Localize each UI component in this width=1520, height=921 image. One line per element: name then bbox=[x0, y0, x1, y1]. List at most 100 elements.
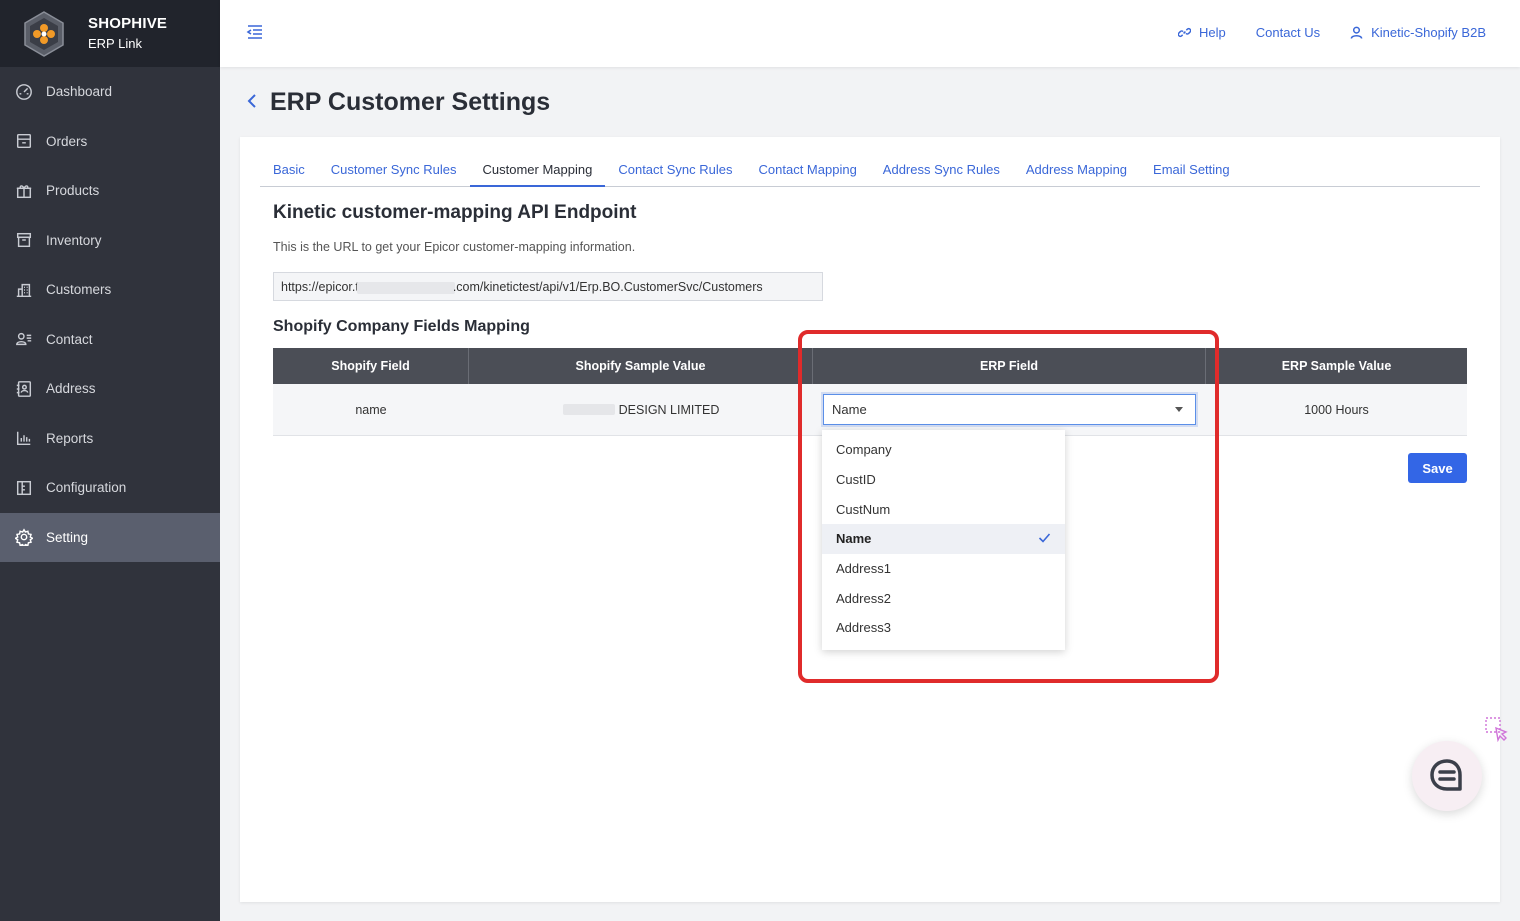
mapping-title: Shopify Company Fields Mapping bbox=[273, 318, 530, 335]
tab-contact-mapping[interactable]: Contact Mapping bbox=[746, 157, 870, 186]
user-icon bbox=[1350, 26, 1363, 39]
sidebar-item-contact[interactable]: Contact bbox=[0, 315, 220, 365]
sidebar-item-dashboard[interactable]: Dashboard bbox=[0, 67, 220, 117]
endpoint-title: Kinetic customer-mapping API Endpoint bbox=[273, 202, 637, 223]
check-icon bbox=[1038, 531, 1051, 547]
option-label: CustNum bbox=[836, 501, 891, 517]
save-button[interactable]: Save bbox=[1408, 453, 1467, 483]
tab-address-sync-rules[interactable]: Address Sync Rules bbox=[870, 157, 1013, 186]
erp-sample-cell: 1000 Hours bbox=[1304, 402, 1369, 417]
sidebar-nav: Dashboard Orders Products Inventory Cust… bbox=[0, 67, 220, 562]
contact-us-link[interactable]: Contact Us bbox=[1256, 25, 1320, 40]
sidebar-item-address[interactable]: Address bbox=[0, 364, 220, 414]
sidebar-item-label: Customers bbox=[46, 282, 112, 298]
endpoint-url-field[interactable]: https://epicor.t .com/kinetictest/api/v1/… bbox=[273, 272, 823, 301]
caret-down-icon bbox=[1175, 407, 1183, 412]
help-link[interactable]: Help bbox=[1178, 25, 1226, 40]
url-suffix: .com/kinetictest/api/v1/Erp.BO.CustomerS… bbox=[452, 280, 763, 294]
dropdown-option-address3[interactable]: Address3 bbox=[822, 613, 1065, 643]
option-label: Name bbox=[836, 531, 872, 547]
configuration-icon bbox=[14, 478, 34, 498]
cursor-select-icon bbox=[1484, 716, 1510, 743]
redacted-text bbox=[356, 281, 455, 294]
erp-field-select[interactable]: Name bbox=[823, 394, 1196, 425]
column-header-erp-sample: ERP Sample Value bbox=[1281, 359, 1392, 373]
table-row: name DESIGN LIMITED Name 1000 Hours bbox=[273, 384, 1467, 436]
inventory-icon bbox=[14, 230, 34, 250]
sidebar-item-products[interactable]: Products bbox=[0, 166, 220, 216]
erp-field-selected-value: Name bbox=[832, 402, 867, 417]
option-label: Address2 bbox=[836, 590, 891, 606]
sidebar-item-label: Configuration bbox=[46, 480, 127, 496]
option-label: Company bbox=[836, 442, 892, 458]
brand-title: SHOPHIVE bbox=[88, 14, 168, 32]
shopify-field-cell: name bbox=[355, 402, 387, 417]
option-label: CustID bbox=[836, 472, 876, 488]
sidebar-item-label: Address bbox=[46, 381, 96, 397]
setting-icon bbox=[14, 527, 34, 547]
sidebar-item-label: Orders bbox=[46, 133, 88, 149]
sidebar-item-label: Dashboard bbox=[46, 84, 113, 100]
sidebar-item-label: Setting bbox=[46, 529, 89, 545]
sidebar-item-reports[interactable]: Reports bbox=[0, 414, 220, 464]
brand-subtitle: ERP Link bbox=[88, 36, 142, 52]
shophive-logo-icon bbox=[20, 10, 68, 58]
sidebar-item-inventory[interactable]: Inventory bbox=[0, 216, 220, 266]
link-icon bbox=[1178, 27, 1192, 37]
customers-icon bbox=[14, 280, 34, 300]
page-title-row: ERP Customer Settings bbox=[246, 88, 550, 117]
column-header-erp-field: ERP Field bbox=[813, 348, 1206, 384]
shopify-sample-value: DESIGN LIMITED bbox=[618, 402, 720, 417]
tab-customer-sync-rules[interactable]: Customer Sync Rules bbox=[318, 157, 470, 186]
sidebar-item-setting[interactable]: Setting bbox=[0, 512, 220, 562]
sidebar-item-label: Reports bbox=[46, 430, 94, 446]
address-icon bbox=[14, 379, 34, 399]
tab-email-setting[interactable]: Email Setting bbox=[1140, 157, 1243, 186]
option-label: Address1 bbox=[836, 561, 891, 577]
column-header-shopify-sample: Shopify Sample Value bbox=[469, 348, 813, 384]
sidebar-item-label: Inventory bbox=[46, 232, 102, 248]
dashboard-icon bbox=[14, 82, 34, 102]
sidebar-item-orders[interactable]: Orders bbox=[0, 117, 220, 167]
orders-icon bbox=[14, 131, 34, 151]
endpoint-description: This is the URL to get your Epicor custo… bbox=[273, 240, 636, 254]
dropdown-option-address1[interactable]: Address1 bbox=[822, 554, 1065, 584]
help-label: Help bbox=[1199, 24, 1226, 40]
erp-field-cell: Name bbox=[813, 384, 1206, 435]
header-links: Help Contact Us Kinetic-Shopify B2B bbox=[1148, 0, 1486, 64]
back-arrow-icon[interactable] bbox=[246, 92, 262, 114]
account-menu[interactable]: Kinetic-Shopify B2B bbox=[1350, 25, 1486, 40]
top-header: Help Contact Us Kinetic-Shopify B2B bbox=[220, 0, 1520, 67]
redacted-text bbox=[562, 404, 615, 415]
tab-basic[interactable]: Basic bbox=[260, 157, 318, 186]
dropdown-option-custnum[interactable]: CustNum bbox=[822, 494, 1065, 524]
contact-icon bbox=[14, 329, 34, 349]
dropdown-option-address2[interactable]: Address2 bbox=[822, 583, 1065, 613]
collapse-menu-icon[interactable] bbox=[246, 23, 264, 41]
reports-icon bbox=[14, 428, 34, 448]
option-label: Address3 bbox=[836, 620, 891, 636]
products-icon bbox=[14, 181, 34, 201]
account-label: Kinetic-Shopify B2B bbox=[1371, 24, 1486, 40]
tab-customer-mapping[interactable]: Customer Mapping bbox=[469, 157, 606, 187]
dropdown-option-custid[interactable]: CustID bbox=[822, 465, 1065, 495]
mapping-table: Shopify Field Shopify Sample Value ERP F… bbox=[273, 348, 1467, 436]
shopify-sample-cell: DESIGN LIMITED bbox=[469, 384, 813, 435]
tab-address-mapping[interactable]: Address Mapping bbox=[1013, 157, 1140, 186]
sidebar-item-configuration[interactable]: Configuration bbox=[0, 463, 220, 513]
chat-widget-button[interactable] bbox=[1412, 741, 1482, 811]
brand[interactable]: SHOPHIVE ERP Link bbox=[0, 0, 220, 67]
tab-contact-sync-rules[interactable]: Contact Sync Rules bbox=[605, 157, 745, 186]
dropdown-option-name[interactable]: Name bbox=[822, 524, 1065, 554]
contact-us-label: Contact Us bbox=[1255, 24, 1321, 40]
chat-icon bbox=[1430, 759, 1462, 791]
sidebar-item-customers[interactable]: Customers bbox=[0, 265, 220, 315]
table-header: Shopify Field Shopify Sample Value ERP F… bbox=[273, 348, 1467, 384]
erp-field-dropdown: Company CustID CustNum Name Address1 Add… bbox=[822, 430, 1065, 650]
column-header-shopify-field: Shopify Field bbox=[273, 348, 469, 384]
sidebar-item-label: Products bbox=[46, 183, 100, 199]
dropdown-option-company[interactable]: Company bbox=[822, 435, 1065, 465]
page-title: ERP Customer Settings bbox=[270, 88, 551, 116]
url-prefix: https://epicor.t bbox=[281, 280, 359, 294]
sidebar-item-label: Contact bbox=[46, 331, 93, 347]
